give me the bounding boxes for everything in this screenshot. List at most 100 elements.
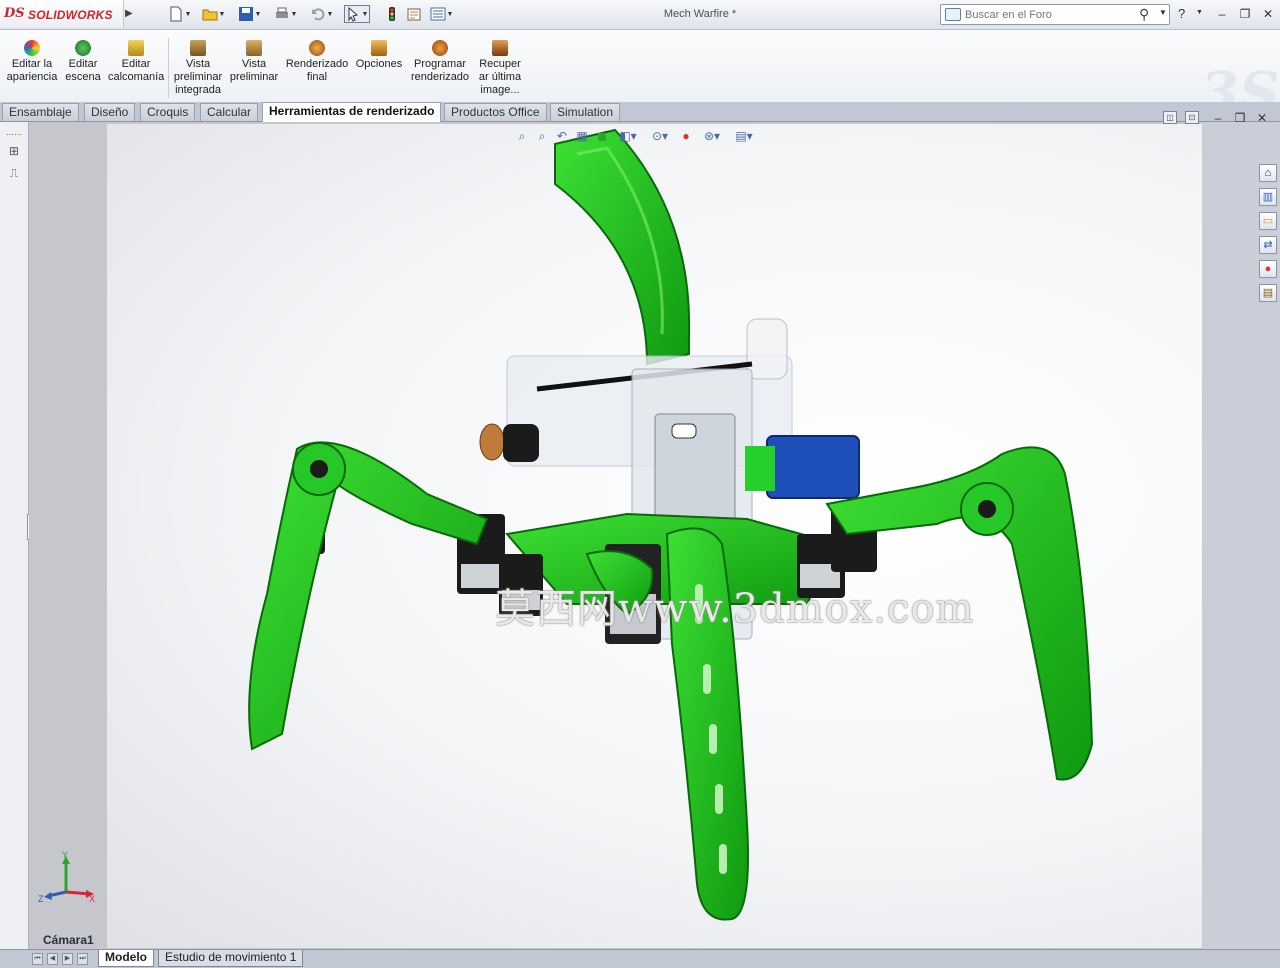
feature-manager-pane: ⋯⋯ ⊞ ⎍ bbox=[0, 122, 29, 952]
zoom-to-fit-icon[interactable]: ⌕ bbox=[514, 128, 530, 144]
command-manager-tabs: Ensamblaje Diseño Croquis Calcular Herra… bbox=[0, 102, 1280, 122]
tab-modelo[interactable]: Modelo bbox=[98, 950, 154, 967]
split-horizontal-icon[interactable]: ◫ bbox=[1163, 111, 1177, 124]
chevron-down-icon[interactable]: ▼ bbox=[290, 11, 298, 18]
search-input[interactable] bbox=[965, 7, 1135, 22]
tab-productos-office[interactable]: Productos Office bbox=[444, 103, 547, 121]
restore-icon[interactable]: ❐ bbox=[1237, 6, 1253, 22]
preview-window-button[interactable]: Vista preliminar bbox=[228, 40, 280, 84]
edit-scene-button[interactable]: Editar escena bbox=[62, 40, 104, 84]
axis-triad: Y X Z bbox=[38, 850, 95, 904]
command-manager: 3S Editar la apariencia Editar escena Ed… bbox=[0, 30, 1280, 126]
save-button[interactable]: ▼ bbox=[238, 5, 262, 23]
first-tab-icon[interactable]: ⏮ bbox=[32, 953, 43, 965]
robot-model[interactable] bbox=[107, 124, 1202, 948]
chevron-down-icon[interactable]: ▼ bbox=[254, 11, 262, 18]
schedule-render-icon bbox=[432, 40, 448, 56]
view-settings-icon[interactable]: ▤▾ bbox=[730, 128, 758, 144]
rebuild-button[interactable] bbox=[384, 5, 400, 23]
forum-icon bbox=[945, 8, 961, 21]
search-box[interactable]: ⚲ ▼ bbox=[940, 4, 1170, 25]
options-list-icon bbox=[430, 7, 446, 21]
edit-appearance-icon[interactable]: ● bbox=[678, 128, 694, 144]
prev-tab-icon[interactable]: ◀ bbox=[47, 953, 58, 965]
display-style-icon[interactable]: ◧▾ bbox=[614, 128, 642, 144]
integrated-preview-icon bbox=[190, 40, 206, 56]
help-icon[interactable]: ? bbox=[1178, 6, 1185, 21]
chevron-down-icon[interactable]: ▼ bbox=[446, 11, 454, 18]
minimize-icon[interactable]: – bbox=[1214, 6, 1230, 22]
document-title: Mech Warfire * bbox=[663, 8, 737, 20]
close-icon[interactable]: ✕ bbox=[1260, 6, 1276, 22]
undo-icon bbox=[312, 8, 325, 21]
select-button[interactable]: ▼ bbox=[344, 5, 370, 23]
options-icon bbox=[371, 40, 387, 56]
brand-name: SOLIDWORKS bbox=[28, 8, 113, 22]
bottom-tab-bar: ⏮ ◀ ▶ ⏭ Modelo Estudio de movimiento 1 bbox=[0, 949, 1280, 968]
tab-diseno[interactable]: Diseño bbox=[84, 103, 136, 121]
section-view-icon[interactable]: ▦ bbox=[574, 128, 590, 144]
custom-properties-icon[interactable]: ▤ bbox=[1259, 284, 1277, 302]
view-palette-icon[interactable]: ⇄ bbox=[1259, 236, 1277, 254]
heads-up-view-toolbar: ⌕ ⌕ ↶ ▦ ◼ ◧▾ ⊙▾ ● ⊛▾ ▤▾ bbox=[514, 128, 758, 144]
tab-croquis[interactable]: Croquis bbox=[140, 103, 196, 121]
apply-scene-icon[interactable]: ⊛▾ bbox=[698, 128, 726, 144]
zoom-to-area-icon[interactable]: ⌕ bbox=[534, 128, 550, 144]
file-properties-button[interactable] bbox=[406, 5, 422, 23]
appearances-icon[interactable]: ● bbox=[1259, 260, 1277, 278]
preview-window-icon bbox=[246, 40, 262, 56]
new-document-button[interactable]: ▼ bbox=[168, 5, 192, 23]
camera-label: Cámara1 bbox=[43, 933, 94, 947]
chevron-down-icon[interactable]: ▼ bbox=[1159, 8, 1167, 17]
chevron-down-icon[interactable]: ▼ bbox=[361, 11, 369, 18]
cursor-arrow-icon bbox=[348, 6, 359, 22]
tab-calcular[interactable]: Calcular bbox=[200, 103, 259, 121]
tab-simulation[interactable]: Simulation bbox=[550, 103, 621, 121]
recover-last-image-button[interactable]: Recuper ar última image... bbox=[476, 40, 524, 97]
edit-decal-button[interactable]: Editar calcomanía bbox=[108, 40, 164, 84]
last-tab-icon[interactable]: ⏭ bbox=[77, 953, 88, 965]
edit-appearance-button[interactable]: Editar la apariencia bbox=[6, 40, 58, 84]
task-pane: ⌂ ▥ ▭ ⇄ ● ▤ bbox=[1202, 122, 1280, 952]
viewport-split-buttons: ◫ ⊡ bbox=[1163, 111, 1199, 124]
final-render-button[interactable]: Renderizado final bbox=[284, 40, 350, 84]
chevron-down-icon[interactable]: ▼ bbox=[184, 11, 192, 18]
file-explorer-icon[interactable]: ▭ bbox=[1259, 212, 1277, 230]
options-menu-button[interactable]: ▼ bbox=[430, 5, 454, 23]
render-canvas[interactable]: 莫西网www.3dmox.com bbox=[107, 124, 1202, 948]
chevron-down-icon[interactable]: ▼ bbox=[326, 11, 334, 18]
tab-herramientas-de-renderizado[interactable]: Herramientas de renderizado bbox=[262, 102, 442, 122]
barrel-part[interactable] bbox=[479, 423, 539, 462]
previous-view-icon[interactable]: ↶ bbox=[554, 128, 570, 144]
menu-expand-icon[interactable]: ▶ bbox=[125, 4, 135, 24]
print-button[interactable]: ▼ bbox=[274, 5, 298, 23]
chevron-down-icon[interactable]: ▼ bbox=[1196, 9, 1203, 16]
axis-z-label: Z bbox=[38, 894, 44, 904]
design-library-icon[interactable]: ▥ bbox=[1259, 188, 1277, 206]
tab-estudio-de-movimiento-1[interactable]: Estudio de movimiento 1 bbox=[158, 950, 304, 967]
open-document-button[interactable]: ▼ bbox=[202, 5, 226, 23]
solidworks-logo[interactable]: DS SOLIDWORKS bbox=[0, 0, 124, 28]
tab-ensamblaje[interactable]: Ensamblaje bbox=[2, 103, 79, 121]
undo-button[interactable]: ▼ bbox=[310, 5, 334, 23]
chevron-down-icon[interactable]: ▼ bbox=[218, 11, 226, 18]
feature-tree-icon[interactable]: ⊞ bbox=[5, 142, 23, 160]
view-orientation-icon[interactable]: ◼ bbox=[594, 128, 610, 144]
title-bar: DS SOLIDWORKS ▶ ▼ ▼ ▼ ▼ ▼ ▼ ▼ Mech Warfi… bbox=[0, 0, 1280, 30]
integrated-preview-button[interactable]: Vista preliminar integrada bbox=[172, 40, 224, 97]
axis-x-label: X bbox=[89, 894, 95, 904]
options-button[interactable]: Opciones bbox=[354, 40, 404, 71]
left-leg-part[interactable] bbox=[248, 441, 489, 751]
watermark-text: 莫西网www.3dmox.com bbox=[495, 586, 975, 632]
split-vertical-icon[interactable]: ⊡ bbox=[1185, 111, 1199, 124]
magazine-part[interactable] bbox=[554, 128, 691, 366]
property-manager-icon[interactable]: ⎍ bbox=[5, 164, 23, 182]
ds-logo-icon: DS bbox=[4, 6, 25, 21]
save-icon bbox=[239, 7, 253, 21]
search-icon[interactable]: ⚲ bbox=[1139, 6, 1149, 23]
graphics-viewport[interactable]: 莫西网www.3dmox.com bbox=[29, 122, 1202, 949]
schedule-render-button[interactable]: Programar renderizado bbox=[408, 40, 472, 84]
home-icon[interactable]: ⌂ bbox=[1259, 164, 1277, 182]
hide-show-items-icon[interactable]: ⊙▾ bbox=[646, 128, 674, 144]
next-tab-icon[interactable]: ▶ bbox=[62, 953, 73, 965]
